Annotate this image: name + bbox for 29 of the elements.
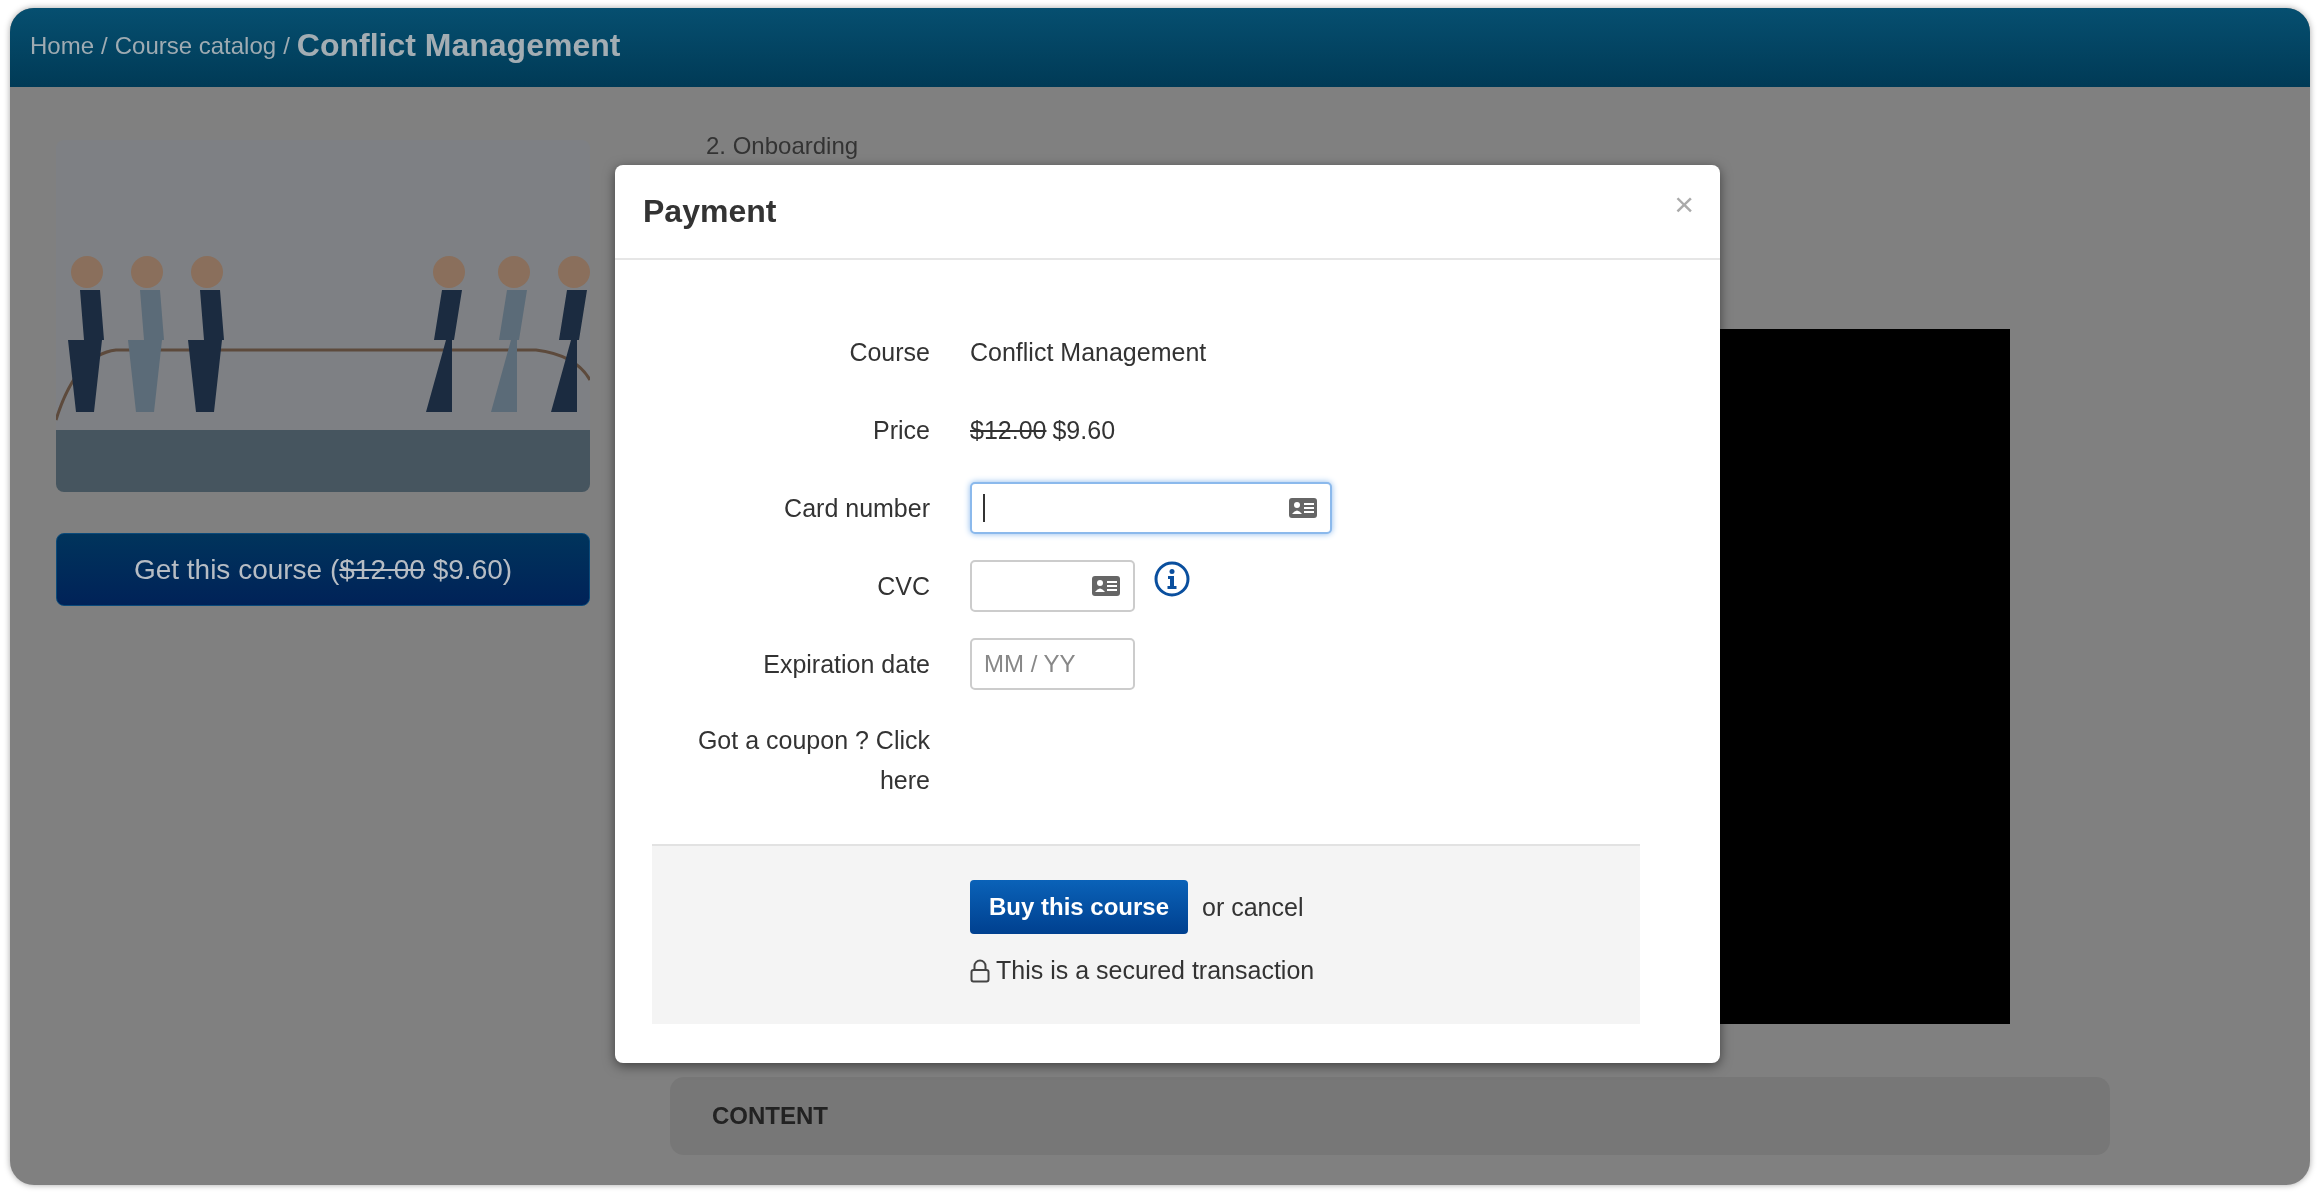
section-title: CONTENT	[712, 1102, 828, 1130]
page-title: Conflict Management	[296, 27, 621, 64]
buy-button[interactable]: Buy this course	[970, 880, 1188, 934]
coupon-link[interactable]: Got a coupon ? Click here	[645, 720, 930, 800]
old-price: $12.00	[970, 415, 1047, 445]
course-name: Conflict Management	[970, 337, 1207, 367]
cancel-link[interactable]: or cancel	[1202, 892, 1304, 922]
field-label: Expiration date	[763, 649, 930, 679]
info-icon[interactable]	[1153, 560, 1191, 598]
card-number-field[interactable]	[970, 482, 1332, 534]
price: $9.60	[1052, 415, 1116, 445]
field-label: Card number	[784, 493, 930, 523]
field-label: CVC	[877, 571, 930, 601]
lesson-title: 2. Onboarding	[705, 131, 860, 161]
field-label: Course	[849, 337, 930, 367]
secure-note: This is a secured transaction	[996, 956, 1315, 985]
field-label: Price	[873, 415, 930, 445]
breadcrumb-separator: /	[101, 31, 108, 60]
cvc-field[interactable]	[970, 560, 1135, 612]
id-card-icon	[1288, 497, 1318, 519]
dialog-title: Payment	[643, 193, 777, 230]
id-card-icon	[1091, 575, 1121, 597]
text-cursor	[983, 494, 985, 522]
lock-icon	[970, 958, 990, 983]
breadcrumb-separator: /	[283, 31, 290, 60]
breadcrumb-link[interactable]: Home	[30, 31, 95, 60]
breadcrumb-link[interactable]: Course catalog	[114, 31, 277, 60]
get-course-button[interactable]: Get this course ($12.00 $9.60)	[56, 533, 590, 606]
expiration-field[interactable]: MM / YY	[970, 638, 1135, 690]
